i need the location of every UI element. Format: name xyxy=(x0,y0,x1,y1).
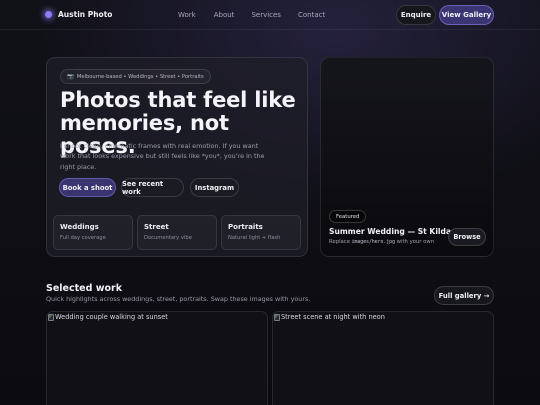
gallery-photo[interactable]: Street scene at night with neon xyxy=(272,311,494,405)
nav-links: Work About Services Contact xyxy=(178,11,325,19)
camera-icon: 📷 xyxy=(67,73,74,80)
instagram-button[interactable]: Instagram xyxy=(190,178,239,197)
section-title: Selected work xyxy=(46,283,123,294)
location-pill: 📷 Melbourne-based • Weddings • Street • … xyxy=(60,69,211,84)
service-tile-weddings[interactable]: Weddings Full day coverage xyxy=(53,215,133,250)
top-nav: Austin Photo Work About Services Contact… xyxy=(0,0,540,30)
tile-subtitle: Full day coverage xyxy=(60,235,106,241)
brand-name: Austin Photo xyxy=(58,10,113,19)
view-gallery-button[interactable]: View Gallery xyxy=(439,5,494,25)
section-subtitle: Quick highlights across weddings, street… xyxy=(46,295,311,303)
image-alt-text: Street scene at night with neon xyxy=(281,313,385,321)
nav-link-services[interactable]: Services xyxy=(251,11,281,19)
nav-link-work[interactable]: Work xyxy=(178,11,196,19)
hero-description: I shoot clean, cinematic frames with rea… xyxy=(60,142,265,171)
featured-title: Summer Wedding — St Kilda xyxy=(329,227,452,236)
nav-link-contact[interactable]: Contact xyxy=(298,11,325,19)
caption-suffix: with your own xyxy=(394,239,435,245)
book-shoot-button[interactable]: Book a shoot xyxy=(59,178,116,197)
tile-title: Portraits xyxy=(228,223,263,231)
featured-badge: Featured xyxy=(329,210,367,223)
tile-title: Street xyxy=(144,223,169,231)
caption-prefix: Replace xyxy=(329,239,352,245)
gallery-photo[interactable]: Wedding couple walking at sunset xyxy=(46,311,268,405)
broken-image-icon xyxy=(274,313,280,321)
tile-subtitle: Natural light + flash xyxy=(228,235,281,241)
recent-work-button[interactable]: See recent work xyxy=(121,178,184,197)
featured-caption: Replace images/hero.jpg with your own xyxy=(329,239,434,245)
hero-card: 📷 Melbourne-based • Weddings • Street • … xyxy=(46,57,308,257)
full-gallery-button[interactable]: Full gallery → xyxy=(434,286,494,305)
service-tiles: Weddings Full day coverage Street Docume… xyxy=(53,215,303,251)
location-pill-text: Melbourne-based • Weddings • Street • Po… xyxy=(76,73,204,80)
broken-image: Wedding couple walking at sunset xyxy=(48,313,168,321)
broken-image: Street scene at night with neon xyxy=(274,313,385,321)
enquire-button[interactable]: Enquire xyxy=(396,5,436,25)
service-tile-portraits[interactable]: Portraits Natural light + flash xyxy=(221,215,301,250)
broken-image-icon xyxy=(48,313,54,321)
browse-button[interactable]: Browse xyxy=(448,228,486,246)
brand[interactable]: Austin Photo xyxy=(45,10,112,19)
tile-subtitle: Documentary vibe xyxy=(144,235,192,241)
featured-card[interactable]: Featured Summer Wedding — St Kilda Repla… xyxy=(320,57,494,257)
image-alt-text: Wedding couple walking at sunset xyxy=(55,313,168,321)
caption-code: images/hero.jpg xyxy=(351,240,395,245)
tile-title: Weddings xyxy=(60,223,99,231)
nav-link-about[interactable]: About xyxy=(214,11,235,19)
brand-logo-dot xyxy=(45,11,52,18)
service-tile-street[interactable]: Street Documentary vibe xyxy=(137,215,217,250)
